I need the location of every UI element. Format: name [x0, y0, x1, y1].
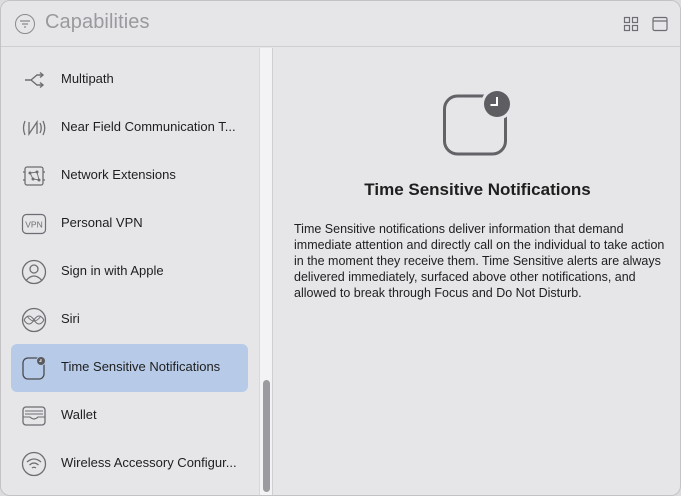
- time-sensitive-icon: [21, 355, 47, 381]
- list-item-network-extensions[interactable]: Network Extensions: [11, 152, 248, 200]
- wireless-icon: [21, 451, 47, 477]
- capabilities-list: Multipath Near Field Communication T...: [1, 48, 259, 495]
- detail-title: Time Sensitive Notifications: [364, 180, 591, 199]
- sidebar-scrollbar[interactable]: [259, 48, 273, 495]
- list-item-label: Personal VPN: [61, 215, 143, 230]
- list-item-wallet[interactable]: Wallet: [11, 392, 248, 440]
- page-title: Capabilities: [45, 11, 150, 33]
- multipath-icon: [21, 67, 47, 93]
- capabilities-window: Capabilities Multipath Near Field Commun…: [0, 0, 681, 496]
- list-item-time-sensitive-notifications[interactable]: Time Sensitive Notifications: [11, 344, 248, 392]
- svg-text:VPN: VPN: [25, 220, 42, 230]
- grid-view-icon[interactable]: [623, 16, 639, 32]
- person-circle-icon: [21, 259, 47, 285]
- siri-icon: [21, 307, 47, 333]
- list-item-personal-vpn[interactable]: VPN Personal VPN: [11, 200, 248, 248]
- list-item-wireless-accessory[interactable]: Wireless Accessory Configur...: [11, 440, 248, 488]
- network-extensions-icon: [21, 163, 47, 189]
- list-item-sign-in-with-apple[interactable]: Sign in with Apple: [11, 248, 248, 296]
- list-item-label: Near Field Communication T...: [61, 119, 236, 134]
- list-item-label: Wireless Accessory Configur...: [61, 455, 237, 470]
- detail-description: Time Sensitive notifications deliver inf…: [294, 222, 665, 300]
- detail-panel: Time Sensitive Notifications Time Sensit…: [273, 48, 680, 495]
- vpn-icon: VPN: [21, 211, 47, 237]
- list-item-multipath[interactable]: Multipath: [11, 56, 248, 104]
- scrollbar-thumb[interactable]: [263, 380, 270, 492]
- header-bar: Capabilities: [1, 1, 680, 47]
- list-item-label: Wallet: [61, 407, 97, 422]
- list-item-nfc[interactable]: Near Field Communication T...: [11, 104, 248, 152]
- wallet-icon: [21, 403, 47, 429]
- list-item-label: Time Sensitive Notifications: [61, 359, 221, 374]
- list-item-siri[interactable]: Siri: [11, 296, 248, 344]
- filter-icon[interactable]: [15, 14, 35, 34]
- list-item-label: Sign in with Apple: [61, 263, 164, 278]
- list-item-label: Network Extensions: [61, 167, 176, 182]
- panel-toggle-icon[interactable]: [652, 16, 668, 32]
- list-item-label: Multipath: [61, 71, 114, 86]
- list-item-label: Siri: [61, 311, 80, 326]
- time-sensitive-icon: [443, 88, 515, 162]
- nfc-icon: [21, 115, 47, 141]
